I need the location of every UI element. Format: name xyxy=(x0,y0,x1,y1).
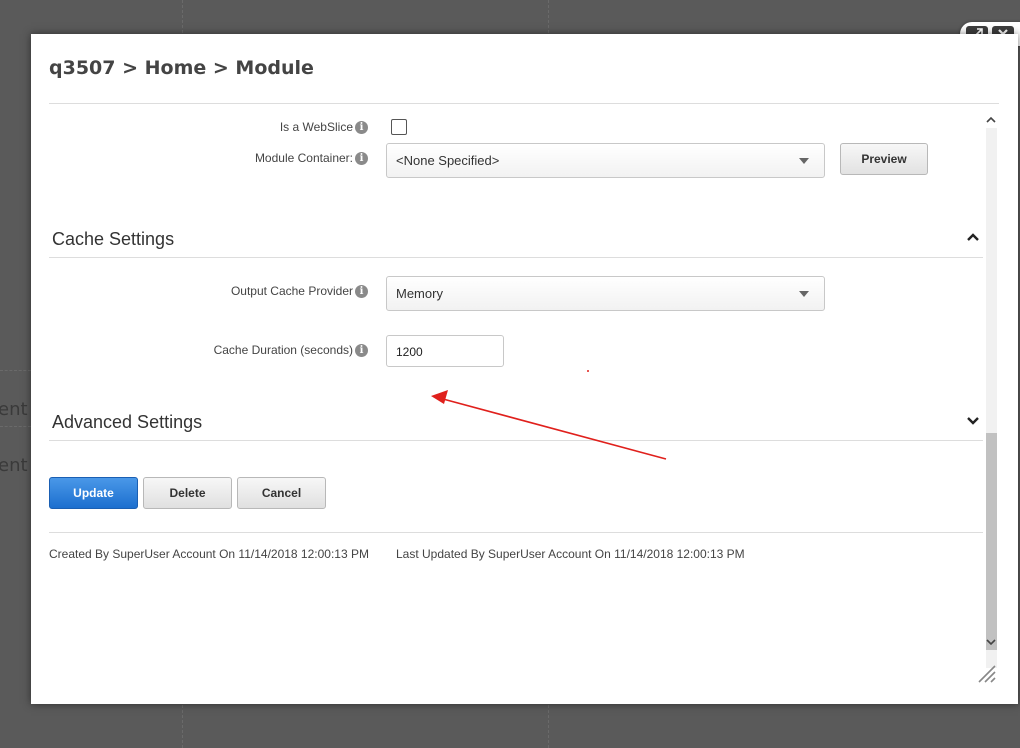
chevron-down-icon xyxy=(799,291,809,297)
footer-divider xyxy=(49,532,983,533)
chevron-down-icon[interactable] xyxy=(967,415,979,429)
module-container-label: Module Container: xyxy=(254,151,353,165)
cache-duration-label: Cache Duration (seconds) xyxy=(213,343,353,357)
cache-duration-input[interactable]: 1200 xyxy=(386,335,504,367)
webslice-label: Is a WebSlice xyxy=(279,120,353,134)
annotation-arrow xyxy=(431,370,667,460)
cache-settings-heading[interactable]: Cache Settings xyxy=(52,229,174,250)
info-icon[interactable]: i xyxy=(355,121,368,134)
update-button[interactable]: Update xyxy=(49,477,138,509)
breadcrumb-title: q3507 > Home > Module xyxy=(49,57,314,79)
module-settings-dialog: q3507 > Home > Module Is a WebSlice i Mo… xyxy=(31,34,1018,704)
info-icon[interactable]: i xyxy=(355,285,368,298)
chevron-down-icon xyxy=(799,158,809,164)
info-icon[interactable]: i xyxy=(355,152,368,165)
cancel-button[interactable]: Cancel xyxy=(237,477,326,509)
background-text: ent xyxy=(0,399,28,420)
scroll-down-arrow-icon[interactable] xyxy=(985,638,997,649)
resize-grip-icon[interactable] xyxy=(977,664,997,684)
scroll-up-arrow-icon[interactable] xyxy=(985,116,997,127)
background-gridline xyxy=(0,370,31,371)
created-by-text: Created By SuperUser Account On 11/14/20… xyxy=(49,547,369,561)
section-divider xyxy=(49,440,983,441)
scrollbar-thumb[interactable] xyxy=(986,433,997,650)
advanced-settings-heading[interactable]: Advanced Settings xyxy=(52,412,202,433)
dialog-content: Is a WebSlice i Module Container: i <Non… xyxy=(49,104,983,674)
webslice-checkbox[interactable] xyxy=(391,119,407,135)
module-container-value: <None Specified> xyxy=(396,153,500,168)
module-container-select[interactable]: <None Specified> xyxy=(386,143,825,178)
background-gridline xyxy=(0,426,31,427)
delete-button[interactable]: Delete xyxy=(143,477,232,509)
output-cache-provider-select[interactable]: Memory xyxy=(386,276,825,311)
output-cache-provider-value: Memory xyxy=(396,286,443,301)
last-updated-text: Last Updated By SuperUser Account On 11/… xyxy=(396,547,745,561)
background-text: ent xyxy=(0,455,28,476)
vertical-scrollbar[interactable] xyxy=(983,114,999,684)
preview-button[interactable]: Preview xyxy=(840,143,928,175)
section-divider xyxy=(49,257,983,258)
info-icon[interactable]: i xyxy=(355,344,368,357)
output-cache-provider-label: Output Cache Provider xyxy=(230,284,353,298)
chevron-up-icon[interactable] xyxy=(967,231,979,245)
